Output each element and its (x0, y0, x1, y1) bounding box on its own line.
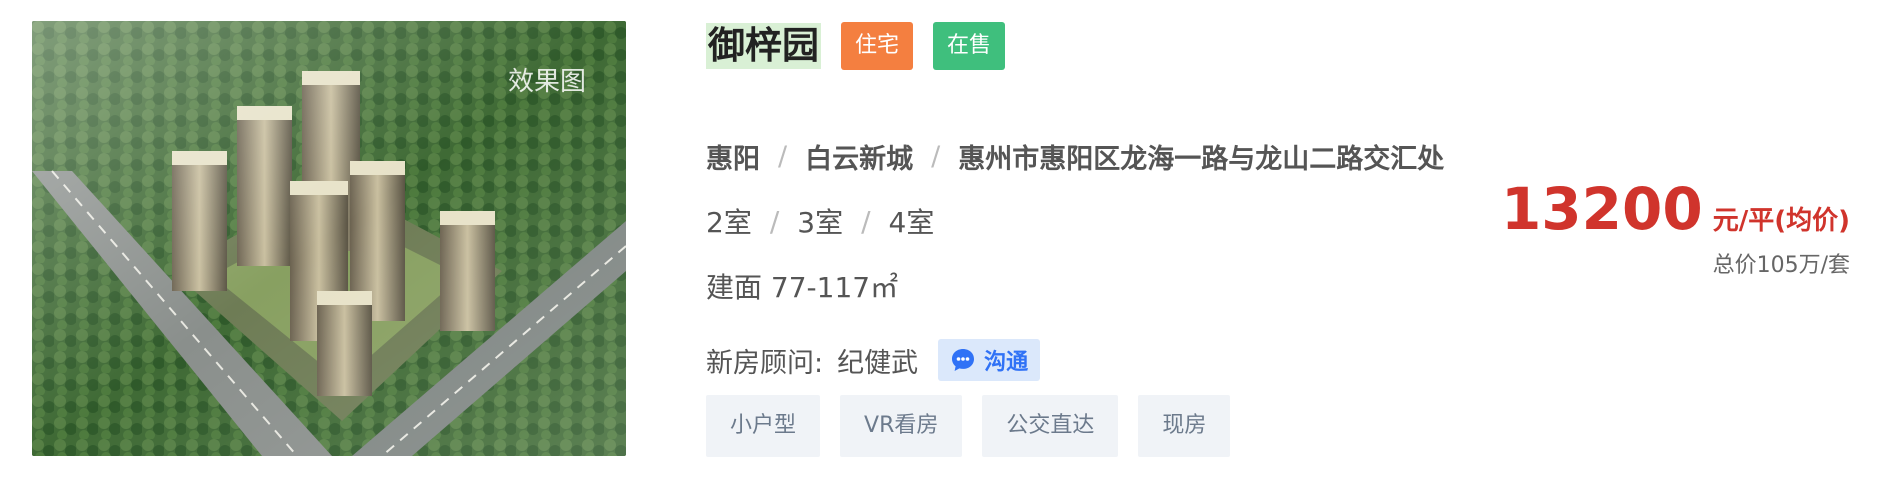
price-block: 13200 元/平(均价) 总价105万/套 (1501, 175, 1850, 279)
room-types: 2室 / 3室 / 4室 (706, 201, 934, 241)
separator: / (778, 141, 788, 172)
total-price: 总价105万/套 (1712, 253, 1850, 278)
advisor-name: 纪健武 (837, 347, 919, 379)
address-link[interactable]: 惠州市惠阳区龙海一路与龙山二路交汇处 (958, 137, 1444, 176)
listing-info: 御梓园 住宅 在售 惠阳 / 白云新城 / 惠州市惠阳区龙海一路与龙山二路交汇处… (706, 21, 1850, 461)
district-link[interactable]: 惠阳 (706, 137, 760, 176)
feature-tag: 公交直达 (982, 395, 1119, 457)
feature-tag: 现房 (1138, 395, 1231, 457)
unit-price-value: 13200 (1500, 175, 1703, 243)
advisor-label: 新房顾问: (706, 347, 824, 379)
sale-status-badge: 在售 (933, 22, 1006, 70)
room-type: 4室 (888, 206, 935, 239)
separator: / (931, 141, 941, 172)
listing-card: 效果图 御梓园 住宅 在售 惠阳 / 白云新城 / 惠州市惠阳区龙海一路与龙山二… (0, 0, 1878, 486)
separator: / (861, 204, 871, 238)
rendering-label: 效果图 (507, 67, 586, 97)
feature-tag: 小户型 (706, 395, 821, 457)
floor-area: 建面 77-117㎡ (706, 271, 899, 304)
advisor-row: 新房顾问: 纪健武 沟通 (706, 339, 1041, 381)
location-line: 惠阳 / 白云新城 / 惠州市惠阳区龙海一路与龙山二路交汇处 (706, 137, 1444, 176)
project-title-link[interactable]: 御梓园 (706, 23, 821, 69)
property-type-badge: 住宅 (841, 22, 914, 70)
unit-price-unit: 元/平(均价) (1712, 206, 1850, 236)
room-type: 3室 (797, 206, 844, 239)
title-row: 御梓园 住宅 在售 (706, 21, 1006, 71)
chat-button[interactable]: 沟通 (938, 339, 1041, 381)
separator: / (769, 204, 780, 238)
feature-tags: 小户型 VR看房 公交直达 现房 (706, 395, 1250, 457)
area-link[interactable]: 白云新城 (805, 137, 913, 176)
project-image[interactable]: 效果图 (32, 21, 626, 456)
chat-button-label: 沟通 (984, 350, 1029, 375)
room-type: 2室 (706, 206, 752, 239)
chat-bubble-icon (952, 349, 975, 371)
feature-tag: VR看房 (840, 395, 963, 457)
unit-price-line: 13200 元/平(均价) (1501, 175, 1850, 243)
